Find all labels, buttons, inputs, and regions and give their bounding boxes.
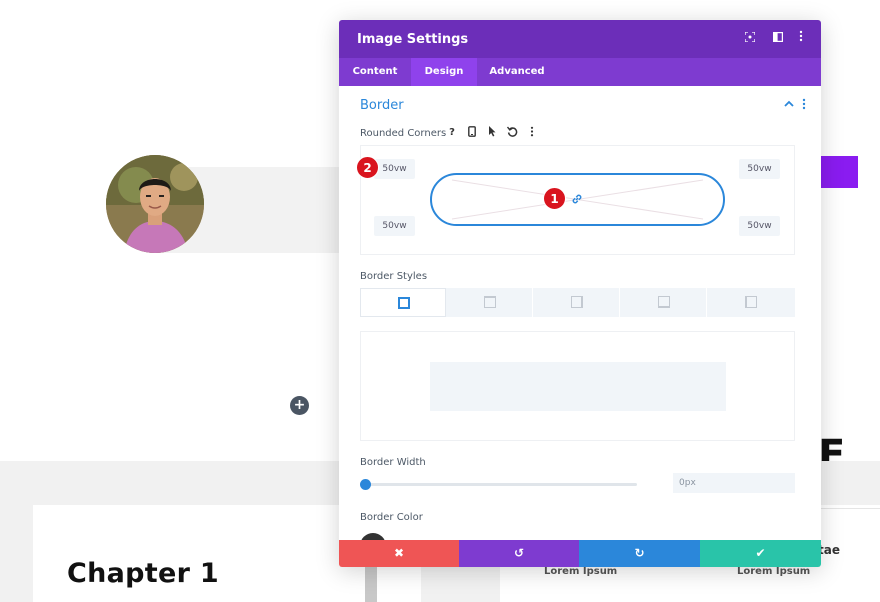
border-style-all-button[interactable] — [360, 288, 446, 317]
corner-bottom-left-input[interactable]: 50vw — [374, 216, 415, 236]
reset-icon[interactable] — [505, 126, 519, 140]
redo-button[interactable]: ↻ — [579, 540, 700, 567]
border-style-selector — [360, 288, 795, 317]
tab-content[interactable]: Content — [339, 58, 411, 86]
profile-photo — [106, 155, 204, 253]
border-bottom-icon — [658, 296, 670, 308]
border-style-right-button[interactable] — [534, 288, 620, 317]
mobile-icon[interactable] — [465, 126, 479, 140]
purple-accent-block — [820, 156, 858, 188]
fullscreen-icon[interactable] — [741, 30, 759, 48]
image-settings-modal: Image Settings Content Design Advanced B… — [339, 20, 821, 567]
border-width-slider-track[interactable] — [365, 483, 637, 486]
option-menu-icon[interactable] — [525, 126, 539, 140]
step-badge-2: 2 — [356, 156, 379, 179]
card-scroll-indicator — [365, 566, 377, 602]
border-styles-label: Border Styles — [360, 271, 428, 282]
save-button[interactable]: ✔ — [700, 540, 821, 567]
border-left-icon — [745, 296, 757, 308]
border-width-label: Border Width — [360, 457, 426, 468]
border-width-slider-handle[interactable] — [360, 479, 371, 490]
modal-header: Image Settings — [339, 20, 821, 58]
divider — [820, 508, 880, 509]
corner-top-right-input[interactable]: 50vw — [739, 159, 780, 179]
more-options-icon[interactable] — [792, 30, 810, 48]
discard-button[interactable]: ✖ — [339, 540, 459, 567]
split-view-icon[interactable] — [769, 30, 787, 48]
chevron-up-icon[interactable] — [784, 98, 794, 111]
modal-footer: ✖ ↺ ↻ ✔ — [339, 540, 821, 567]
border-style-top-button[interactable] — [447, 288, 533, 317]
border-top-icon — [484, 296, 496, 308]
rounded-corners-label: Rounded Corners — [360, 128, 447, 139]
step-badge-1: 1 — [543, 187, 566, 210]
border-right-icon — [571, 296, 583, 308]
help-icon[interactable]: ? — [445, 126, 459, 140]
modal-body: Border Rounded Corners ? 50vw 50vw 50vw … — [339, 86, 821, 540]
section-menu-icon[interactable] — [802, 98, 806, 113]
modal-tabs: Content Design Advanced — [339, 58, 821, 86]
add-module-button[interactable]: + — [290, 396, 309, 415]
corner-bottom-right-input[interactable]: 50vw — [739, 216, 780, 236]
link-corners-icon[interactable] — [571, 193, 583, 208]
border-style-preview — [360, 331, 795, 441]
border-color-swatch[interactable] — [360, 533, 386, 540]
border-all-icon — [398, 297, 410, 309]
person-photo-image — [106, 155, 204, 253]
partial-heading: tae — [818, 543, 840, 557]
border-width-input[interactable]: 0px — [673, 473, 795, 493]
border-style-left-button[interactable] — [708, 288, 794, 317]
lorem-label-1: Lorem Ipsum — [544, 566, 618, 577]
chapter-title: Chapter 1 — [67, 558, 220, 589]
undo-button[interactable]: ↺ — [459, 540, 579, 567]
border-color-label: Border Color — [360, 512, 423, 523]
hover-cursor-icon[interactable] — [485, 126, 499, 140]
tab-advanced[interactable]: Advanced — [477, 58, 557, 86]
tab-design[interactable]: Design — [411, 58, 477, 86]
lorem-label-2: Lorem Ipsum — [737, 566, 811, 577]
border-style-bottom-button[interactable] — [621, 288, 707, 317]
modal-title: Image Settings — [357, 32, 469, 47]
section-title-border[interactable]: Border — [360, 98, 404, 113]
corner-top-left-input[interactable]: 50vw — [374, 159, 415, 179]
border-preview-fill — [430, 362, 726, 411]
